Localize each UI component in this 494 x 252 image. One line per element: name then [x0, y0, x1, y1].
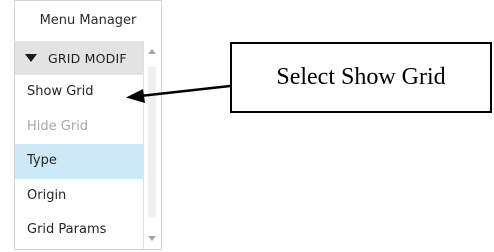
grid-modify-group-header[interactable]: GRID MODIF: [15, 41, 143, 75]
menu-item-hide-grid: Hide Grid: [27, 118, 89, 134]
group-header-label: GRID MODIF: [48, 50, 127, 66]
scroll-up-arrow-icon[interactable]: [144, 41, 161, 63]
scroll-down-arrow-icon[interactable]: [144, 227, 161, 249]
callout-text: Select Show Grid: [276, 64, 446, 90]
menu-item-type[interactable]: Type: [15, 144, 143, 179]
annotation-callout-box: Select Show Grid: [230, 42, 492, 113]
scrollbar-thumb[interactable]: [148, 67, 156, 217]
menu-item-origin[interactable]: Origin: [15, 179, 143, 214]
menu-manager-panel: Menu Manager GRID MODIF Show Grid Hide G…: [14, 0, 162, 250]
menu-item-grid-params[interactable]: Grid Params: [15, 213, 143, 248]
menu-item-list: Show Grid Hide Grid Type Origin Grid Par…: [15, 75, 143, 249]
menu-item-show-grid[interactable]: Show Grid: [15, 75, 143, 110]
vertical-scrollbar[interactable]: [143, 41, 161, 249]
triangle-down-icon[interactable]: [25, 54, 37, 62]
menu-manager-title: Menu Manager: [39, 13, 137, 28]
screenshot-stage: Menu Manager GRID MODIF Show Grid Hide G…: [0, 0, 494, 252]
